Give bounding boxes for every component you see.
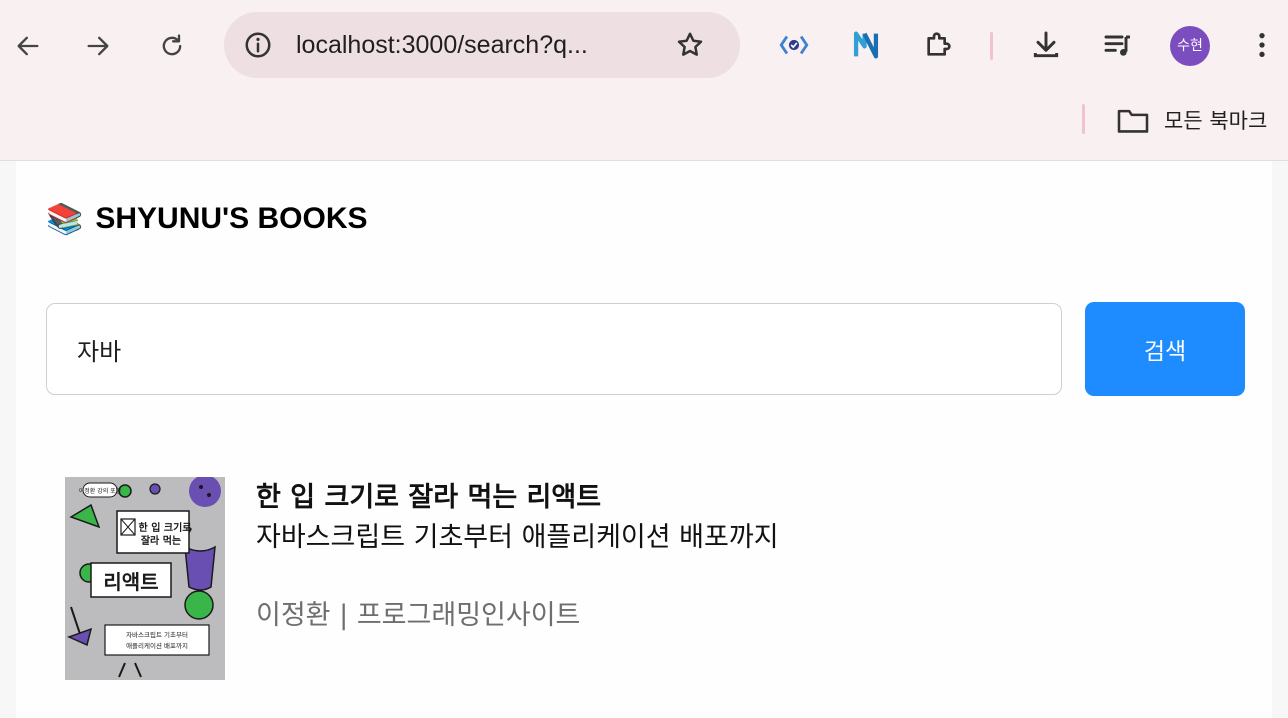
netlify-extension[interactable] — [846, 25, 886, 65]
book-meta: 이정환 | 프로그래밍인사이트 — [256, 593, 580, 632]
book-publisher: 프로그래밍인사이트 — [356, 600, 581, 631]
menu-icon — [1259, 33, 1265, 57]
address-bar[interactable]: localhost:3000/search?q... — [224, 12, 740, 78]
site-header[interactable]: 📚 SHYUNU'S BOOKS — [46, 199, 368, 239]
extensions-icon — [927, 32, 951, 56]
cover-desc-line1: 자바스크립트 기초부터 — [126, 630, 188, 639]
all-bookmarks-label: 모든 북마크 — [1164, 109, 1268, 133]
bookmark-star-icon — [677, 32, 703, 56]
profile-avatar[interactable]: 수현 — [1170, 26, 1210, 66]
cover-big-title: 리액트 — [103, 570, 158, 594]
media-controls-button[interactable] — [1098, 25, 1138, 65]
all-bookmarks-button[interactable]: 모든 북마크 — [1116, 104, 1267, 136]
book-cover-image: 이정환 강의 포함 한 입 크기로 잘라 먹는 리액트 자바스크립트 기초부터 … — [65, 477, 225, 680]
search-button[interactable]: 검색 — [1085, 302, 1245, 396]
book-author: 이정환 — [256, 600, 331, 631]
back-button[interactable] — [6, 24, 50, 68]
forward-button[interactable] — [76, 24, 120, 68]
netlify-icon — [853, 31, 879, 59]
forward-icon — [87, 36, 109, 56]
book-subtitle: 자바스크립트 기초부터 애플리케이션 배포까지 — [256, 522, 779, 553]
bookmarks-divider — [1082, 104, 1085, 134]
extensions-button[interactable] — [918, 25, 958, 65]
search-input[interactable] — [46, 303, 1062, 395]
cover-desc-line2: 애플리케이션 배포까지 — [126, 641, 188, 650]
url-text[interactable]: localhost:3000/search?q... — [296, 29, 656, 61]
back-icon — [17, 36, 39, 56]
meta-separator: | — [339, 600, 349, 631]
cover-title-line1: 한 입 크기로 — [139, 521, 192, 534]
site-title: SHYUNU'S BOOKS — [95, 202, 368, 235]
book-title[interactable]: 한 입 크기로 잘라 먹는 리액트 — [256, 475, 601, 514]
book-result-item[interactable]: 이정환 강의 포함 한 입 크기로 잘라 먹는 리액트 자바스크립트 기초부터 … — [64, 471, 1244, 691]
browser-menu-button[interactable] — [1242, 25, 1282, 65]
react-devtools-icon — [779, 35, 809, 55]
site-info-icon — [245, 32, 271, 58]
page-viewport: 📚 SHYUNU'S BOOKS 검색 — [0, 161, 1288, 718]
cover-title-line2: 잘라 먹는 — [141, 534, 181, 547]
page-container: 📚 SHYUNU'S BOOKS 검색 — [16, 161, 1272, 718]
media-controls-icon — [1104, 35, 1130, 56]
cover-badge-text: 이정환 강의 포함 — [79, 487, 122, 495]
browser-toolbar: localhost:3000/search?q... 수현 모든 북마크 — [0, 0, 1288, 161]
react-devtools-extension[interactable] — [774, 25, 814, 65]
books-logo-icon: 📚 — [46, 201, 84, 237]
reload-icon — [162, 34, 182, 56]
folder-icon — [1117, 109, 1149, 133]
reload-button[interactable] — [150, 24, 194, 68]
bookmark-star-button[interactable] — [672, 27, 708, 63]
toolbar-divider — [990, 32, 993, 60]
site-info-button[interactable] — [242, 29, 274, 61]
downloads-icon — [1033, 31, 1059, 58]
book-cover-art: 이정환 강의 포함 한 입 크기로 잘라 먹는 리액트 자바스크립트 기초부터 … — [65, 477, 225, 680]
downloads-button[interactable] — [1026, 25, 1066, 65]
